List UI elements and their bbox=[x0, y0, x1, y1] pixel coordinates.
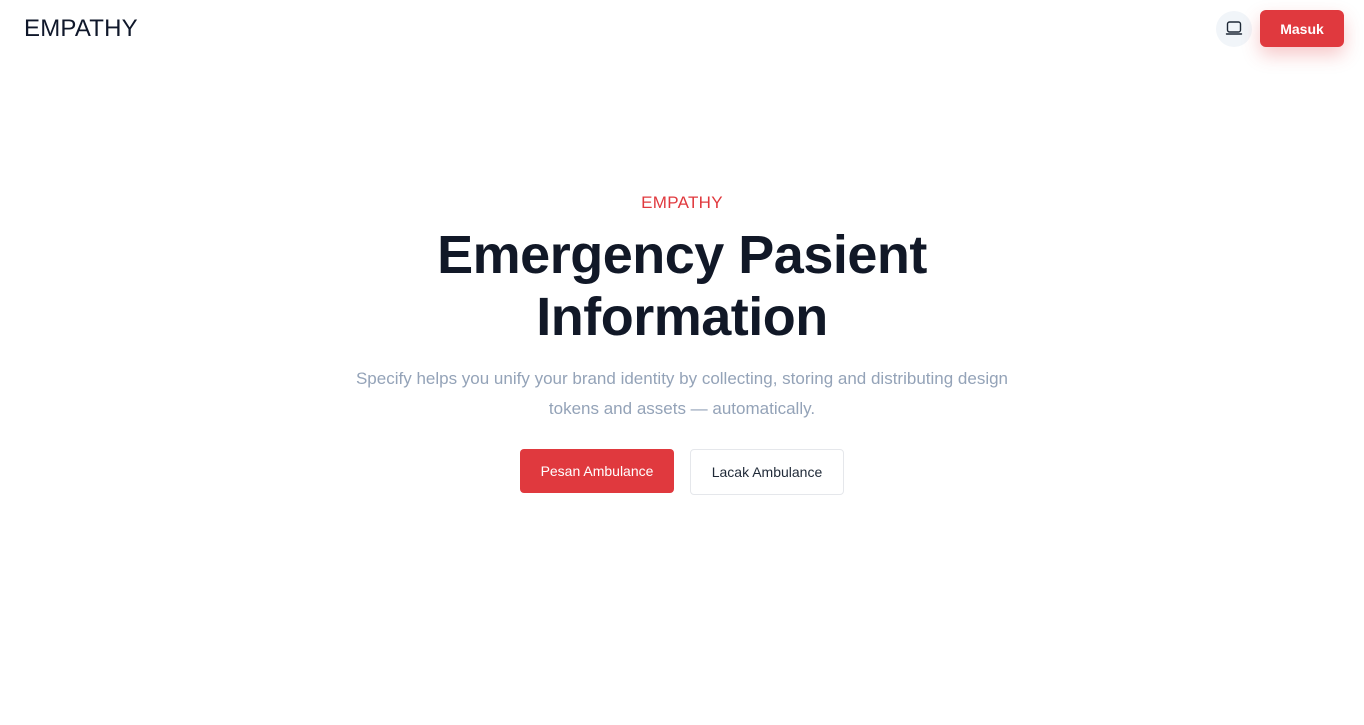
order-ambulance-button[interactable]: Pesan Ambulance bbox=[520, 449, 674, 493]
hero-headline: Emergency Pasient Information bbox=[437, 225, 927, 347]
hero-eyebrow: EMPATHY bbox=[641, 193, 723, 212]
theme-toggle-button[interactable] bbox=[1216, 11, 1252, 47]
navbar: EMPATHY Masuk bbox=[0, 0, 1364, 58]
login-button[interactable]: Masuk bbox=[1260, 10, 1344, 47]
hero-actions: Pesan Ambulance Lacak Ambulance bbox=[0, 449, 1364, 495]
brand-logo[interactable]: EMPATHY bbox=[24, 14, 138, 44]
hero-section: EMPATHY Emergency Pasient Information Sp… bbox=[0, 190, 1364, 495]
hero-subtitle: Specify helps you unify your brand ident… bbox=[355, 369, 1009, 418]
track-ambulance-button[interactable]: Lacak Ambulance bbox=[690, 449, 844, 495]
laptop-icon bbox=[1225, 19, 1243, 40]
